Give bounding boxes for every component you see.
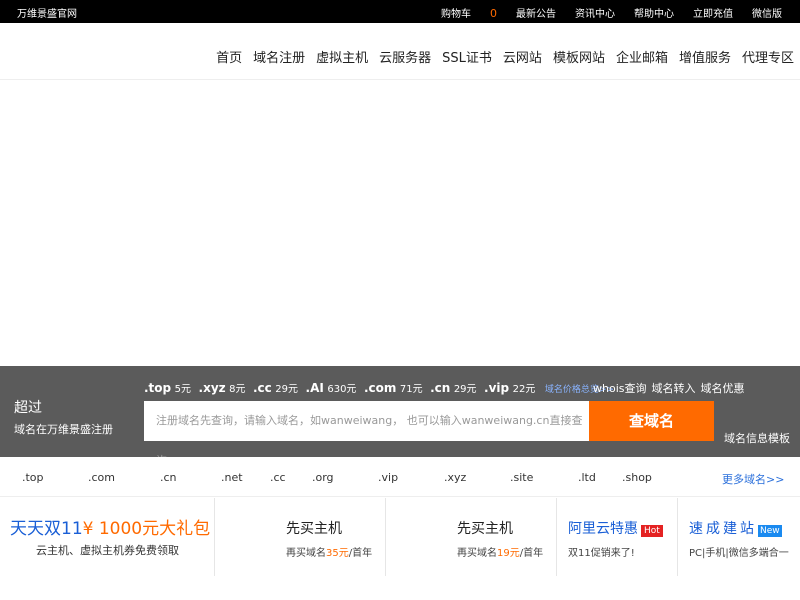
cart-label: 购物车 xyxy=(441,9,471,20)
new-badge: New xyxy=(758,525,782,537)
nav-item-cloud-site[interactable]: 云网站 xyxy=(503,47,542,66)
search-panel-title: 超过 xyxy=(14,400,42,416)
price-amount: 5元 xyxy=(174,384,192,395)
promo-sub-suffix: /首年 xyxy=(348,548,373,559)
tld-link[interactable]: .top xyxy=(22,471,44,484)
promo-row: 天天双11¥ 1000元大礼包 云主机、虚拟主机券免费领取 先买主机 再买域名3… xyxy=(0,498,800,576)
promo-title: 先买主机 xyxy=(457,521,513,537)
price-tld[interactable]: .AI xyxy=(306,381,324,395)
top-links: 购物车 0 最新公告 资讯中心 帮助中心 立即充值 微信版 xyxy=(403,5,782,20)
promo-title-text: 阿里云特惠 xyxy=(568,521,638,537)
promo-sub-suffix: /首年 xyxy=(519,548,544,559)
nav-item-home[interactable]: 首页 xyxy=(216,47,242,66)
search-panel-subtitle: 域名在万维景盛注册 xyxy=(14,423,113,436)
news-center-link[interactable]: 资讯中心 xyxy=(575,5,615,20)
top-bar: 万维景盛官网 购物车 0 最新公告 资讯中心 帮助中心 立即充值 微信版 xyxy=(0,0,800,23)
tld-link[interactable]: .vip xyxy=(378,471,398,484)
price-amount: 8元 xyxy=(229,384,246,395)
nav-item-domain[interactable]: 域名注册 xyxy=(253,47,305,66)
nav-item-hosting[interactable]: 虚拟主机 xyxy=(316,47,368,66)
tld-link[interactable]: .org xyxy=(312,471,334,484)
nav-item-agent[interactable]: 代理专区 xyxy=(742,47,794,66)
price-tld[interactable]: .top xyxy=(144,381,171,395)
promo-subtitle: 云主机、虚拟主机券免费领取 xyxy=(36,544,179,557)
cart-count: 0 xyxy=(490,7,497,20)
main-nav: 首页 域名注册 虚拟主机 云服务器 SSL证书 云网站 模板网站 企业邮箱 增值… xyxy=(0,23,800,80)
promo-aliyun[interactable]: 阿里云特惠 Hot 双11促销来了! xyxy=(558,498,678,576)
promo-subtitle: 双11促销来了! xyxy=(568,548,635,559)
tld-strip: .top .com .cn .net .cc .org .vip .xyz .s… xyxy=(0,457,800,497)
page-bottom xyxy=(0,576,800,600)
price-amount: 630元 xyxy=(327,384,357,395)
nav-item-value-added[interactable]: 增值服务 xyxy=(679,47,731,66)
tld-link[interactable]: .net xyxy=(221,471,243,484)
promo-title: 阿里云特惠 Hot xyxy=(568,518,663,538)
nav-item-ssl[interactable]: SSL证书 xyxy=(442,47,492,66)
promo-price-highlight: 19元 xyxy=(497,548,520,559)
price-tld[interactable]: .vip xyxy=(484,381,509,395)
tld-link[interactable]: .cc xyxy=(270,471,286,484)
price-tld[interactable]: .cc xyxy=(253,381,272,395)
promo-title: 先买主机 xyxy=(286,521,342,537)
promo-subtitle: 再买域名35元/首年 xyxy=(286,544,372,559)
promo-title-text: 速成建站 xyxy=(689,521,757,537)
price-amount: 22元 xyxy=(512,384,536,395)
promo-double11[interactable]: 天天双11¥ 1000元大礼包 云主机、虚拟主机券免费领取 xyxy=(0,498,215,576)
promo-headline-orange: ¥ 1000元大礼包 xyxy=(82,519,211,539)
price-tld[interactable]: .xyz xyxy=(199,381,226,395)
search-domain-button[interactable]: 查域名 xyxy=(589,401,714,441)
promo-subtitle: PC|手机|微信多端合一 xyxy=(689,548,789,559)
promo-host-first-a[interactable]: 先买主机 再买域名35元/首年 xyxy=(216,498,386,576)
search-quick-links: whois查询 域名转入 域名优惠 xyxy=(593,380,750,396)
price-list: .top 5元 .xyz 8元 .cc 29元 .AI 630元 .com 71… xyxy=(144,380,614,395)
promo-host-first-b[interactable]: 先买主机 再买域名19元/首年 xyxy=(387,498,557,576)
domain-search-panel: 超过 域名在万维景盛注册 .top 5元 .xyz 8元 .cc 29元 .AI… xyxy=(0,366,800,467)
tld-link[interactable]: .com xyxy=(88,471,115,484)
domain-search-input[interactable]: 注册域名先查询，请输入域名，如wanweiwang， 也可以输入wanweiwa… xyxy=(144,401,589,467)
whois-link[interactable]: whois查询 xyxy=(593,382,647,395)
nav-item-template-site[interactable]: 模板网站 xyxy=(553,47,605,66)
recharge-link[interactable]: 立即充值 xyxy=(693,5,733,20)
price-amount: 71元 xyxy=(399,384,423,395)
promo-headline: 天天双11¥ 1000元大礼包 xyxy=(10,514,210,539)
promo-title: 速成建站 New xyxy=(689,518,782,538)
hot-badge: Hot xyxy=(641,525,663,537)
tld-link[interactable]: .shop xyxy=(622,471,652,484)
announcements-link[interactable]: 最新公告 xyxy=(516,5,556,20)
price-amount: 29元 xyxy=(275,384,299,395)
promo-sub-text: 再买域名 xyxy=(457,548,497,559)
promo-sub-text: 再买域名 xyxy=(286,548,326,559)
domain-template-link[interactable]: 域名信息模板 xyxy=(724,430,790,446)
tld-link[interactable]: .site xyxy=(510,471,533,484)
nav-item-cloud-server[interactable]: 云服务器 xyxy=(379,47,431,66)
tld-link[interactable]: .cn xyxy=(160,471,177,484)
domain-promo-link[interactable]: 域名优惠 xyxy=(701,382,745,395)
promo-subtitle: 再买域名19元/首年 xyxy=(457,544,543,559)
cart-link[interactable]: 购物车 0 xyxy=(422,5,497,20)
price-tld[interactable]: .cn xyxy=(430,381,450,395)
more-tlds-link[interactable]: 更多域名>> xyxy=(722,471,784,487)
brand-link[interactable]: 万维景盛官网 xyxy=(17,5,77,20)
hero-banner xyxy=(0,80,800,366)
help-center-link[interactable]: 帮助中心 xyxy=(634,5,674,20)
promo-headline-blue: 天天双11 xyxy=(10,519,83,539)
price-tld[interactable]: .com xyxy=(364,381,396,395)
tld-link[interactable]: .ltd xyxy=(578,471,596,484)
tld-link[interactable]: .xyz xyxy=(444,471,466,484)
promo-quick-site[interactable]: 速成建站 New PC|手机|微信多端合一 xyxy=(679,498,800,576)
price-amount: 29元 xyxy=(453,384,477,395)
wechat-version-link[interactable]: 微信版 xyxy=(752,5,782,20)
nav-item-enterprise-mail[interactable]: 企业邮箱 xyxy=(616,47,668,66)
promo-price-highlight: 35元 xyxy=(326,548,349,559)
domain-transfer-link[interactable]: 域名转入 xyxy=(652,382,696,395)
